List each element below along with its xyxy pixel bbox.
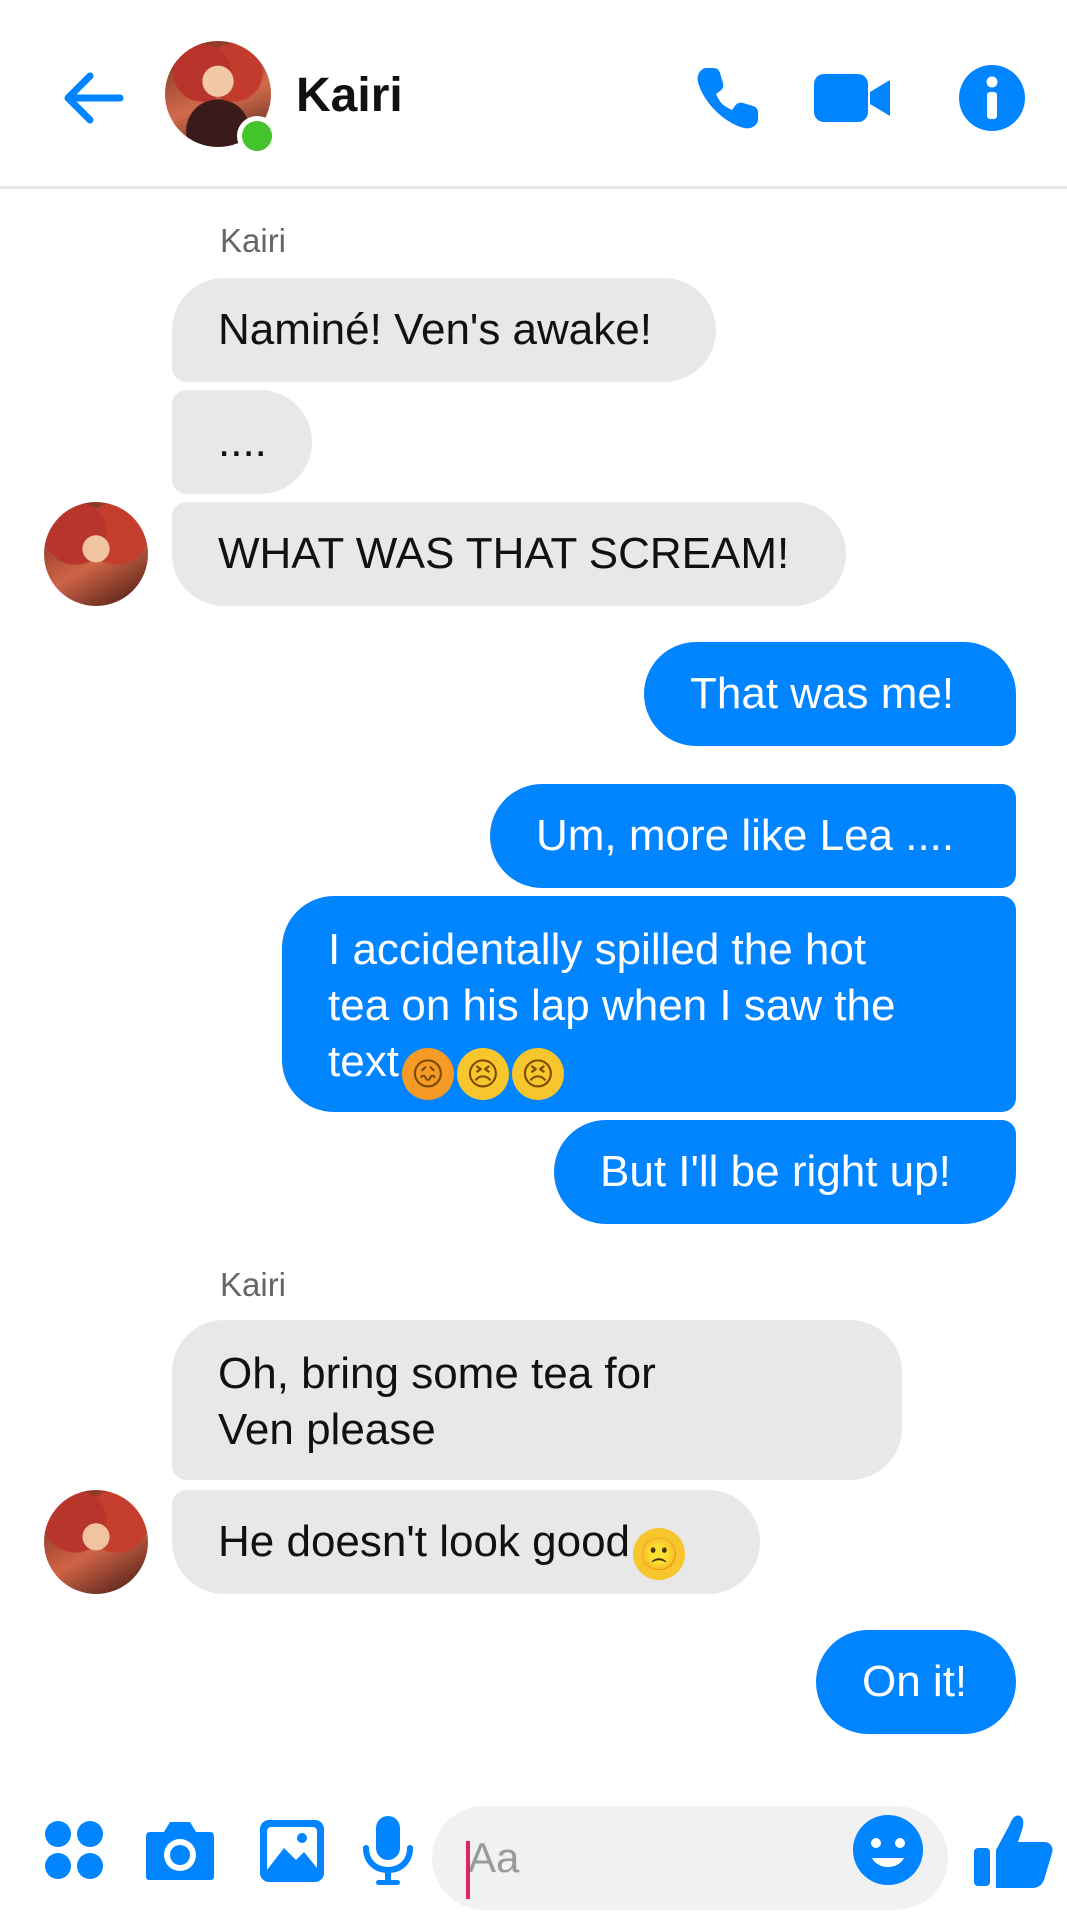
persevering-face-emoji: 😣 [456,1048,509,1100]
message-bubble-incoming[interactable]: He doesn't look good 🙁 [172,1490,760,1594]
slightly-frowning-face-emoji: 🙁 [633,1528,686,1580]
confounded-face-emoji: 😖 [401,1048,454,1100]
contact-avatar[interactable] [165,41,277,156]
message-bubble-outgoing[interactable]: But I'll be right up! [554,1120,1016,1224]
sender-avatar[interactable] [44,1490,148,1594]
message-bubble-incoming[interactable]: WHAT WAS THAT SCREAM! [172,502,846,606]
message-line: Oh, bring some tea for [218,1349,656,1398]
contact-name[interactable]: Kairi [296,68,403,123]
message-line: I accidentally spilled the hot [328,925,867,974]
composer-bar [0,1785,1067,1920]
info-icon[interactable] [952,58,1032,138]
message-line: tea on his lap when I saw the [328,981,896,1030]
message-line: Ven please [218,1405,436,1454]
message-text: text [328,1037,399,1086]
phone-icon[interactable] [688,58,768,138]
camera-icon[interactable] [140,1810,220,1890]
emoji-icon[interactable] [848,1810,928,1890]
microphone-icon[interactable] [348,1810,428,1890]
online-status-dot [237,116,277,156]
message-bubble-incoming[interactable]: .... [172,390,312,494]
thumbs-up-icon[interactable] [970,1810,1060,1890]
sender-name: Kairi [220,222,287,259]
message-bubble-outgoing[interactable]: That was me! [644,642,1016,746]
back-arrow-icon[interactable] [58,63,128,133]
sender-avatar[interactable] [44,502,148,606]
sender-name: Kairi [220,1266,287,1303]
message-text: He doesn't look good [218,1517,631,1566]
conversation-header: Kairi [0,0,1067,189]
text-cursor [466,1841,470,1899]
video-camera-icon[interactable] [812,58,892,138]
message-bubble-incoming[interactable]: Oh, bring some tea for Ven please [172,1320,902,1480]
message-line: text 😖 😣 😣 [328,1034,1016,1100]
message-bubble-outgoing[interactable]: On it! [816,1630,1016,1734]
image-icon[interactable] [252,1810,332,1890]
message-bubble-incoming[interactable]: Naminé! Ven's awake! [172,278,716,382]
apps-grid-icon[interactable] [34,1810,114,1890]
message-bubble-outgoing[interactable]: I accidentally spilled the hot tea on hi… [282,896,1016,1112]
message-bubble-outgoing[interactable]: Um, more like Lea .... [490,784,1016,888]
persevering-face-emoji: 😣 [511,1048,564,1100]
